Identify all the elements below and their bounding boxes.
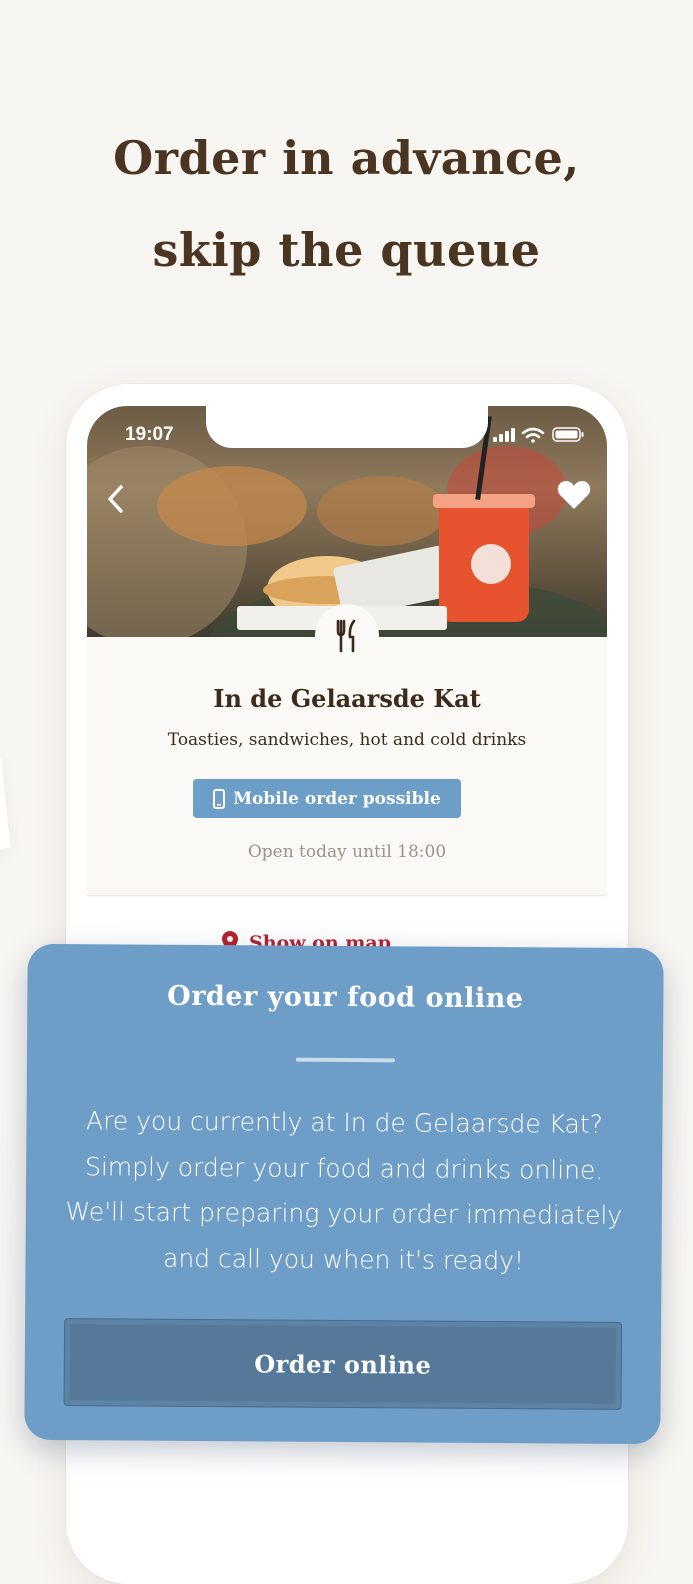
- restaurant-description: Toasties, sandwiches, hot and cold drink…: [167, 730, 527, 750]
- order-online-button[interactable]: Order online: [63, 1318, 623, 1410]
- card-body-line-2: Simply order your food and drinks online…: [84, 1151, 604, 1185]
- heart-icon[interactable]: [557, 480, 591, 514]
- order-online-card: Order your food online Are you currently…: [24, 943, 664, 1445]
- mobile-order-label: Mobile order possible: [233, 788, 441, 809]
- fork-knife-icon: [315, 604, 379, 668]
- restaurant-hero-image: 19:07: [87, 406, 607, 637]
- headline-line-1: Order in advance,: [113, 131, 580, 185]
- background-phone-edge: [0, 758, 11, 852]
- status-icons: [493, 426, 585, 448]
- card-title: Order your food online: [167, 980, 524, 1015]
- card-divider: [295, 1057, 395, 1063]
- mobile-phone-icon: [213, 788, 226, 809]
- status-time: 19:07: [125, 424, 174, 445]
- mobile-order-badge: Mobile order possible: [193, 779, 461, 818]
- card-body-line-3: We'll start preparing your order immedia…: [65, 1197, 623, 1230]
- wifi-icon: [521, 427, 545, 443]
- opening-hours: Open today until 18:00: [247, 842, 447, 862]
- card-body-line-1: Are you currently at In de Gelaarsde Kat…: [85, 1106, 604, 1139]
- phone-notch: [206, 406, 488, 448]
- page-headline: Order in advance, skip the queue: [0, 112, 693, 296]
- chevron-left-icon[interactable]: [105, 484, 125, 518]
- cellular-signal-icon: [493, 428, 515, 442]
- headline-line-2: skip the queue: [152, 223, 541, 277]
- divider: [87, 895, 607, 896]
- card-body-line-4: and call you when it's ready!: [162, 1243, 525, 1275]
- restaurant-name: In de Gelaarsde Kat: [213, 684, 481, 713]
- card-body: Are you currently at In de Gelaarsde Kat…: [55, 1098, 632, 1284]
- battery-icon: [552, 427, 584, 442]
